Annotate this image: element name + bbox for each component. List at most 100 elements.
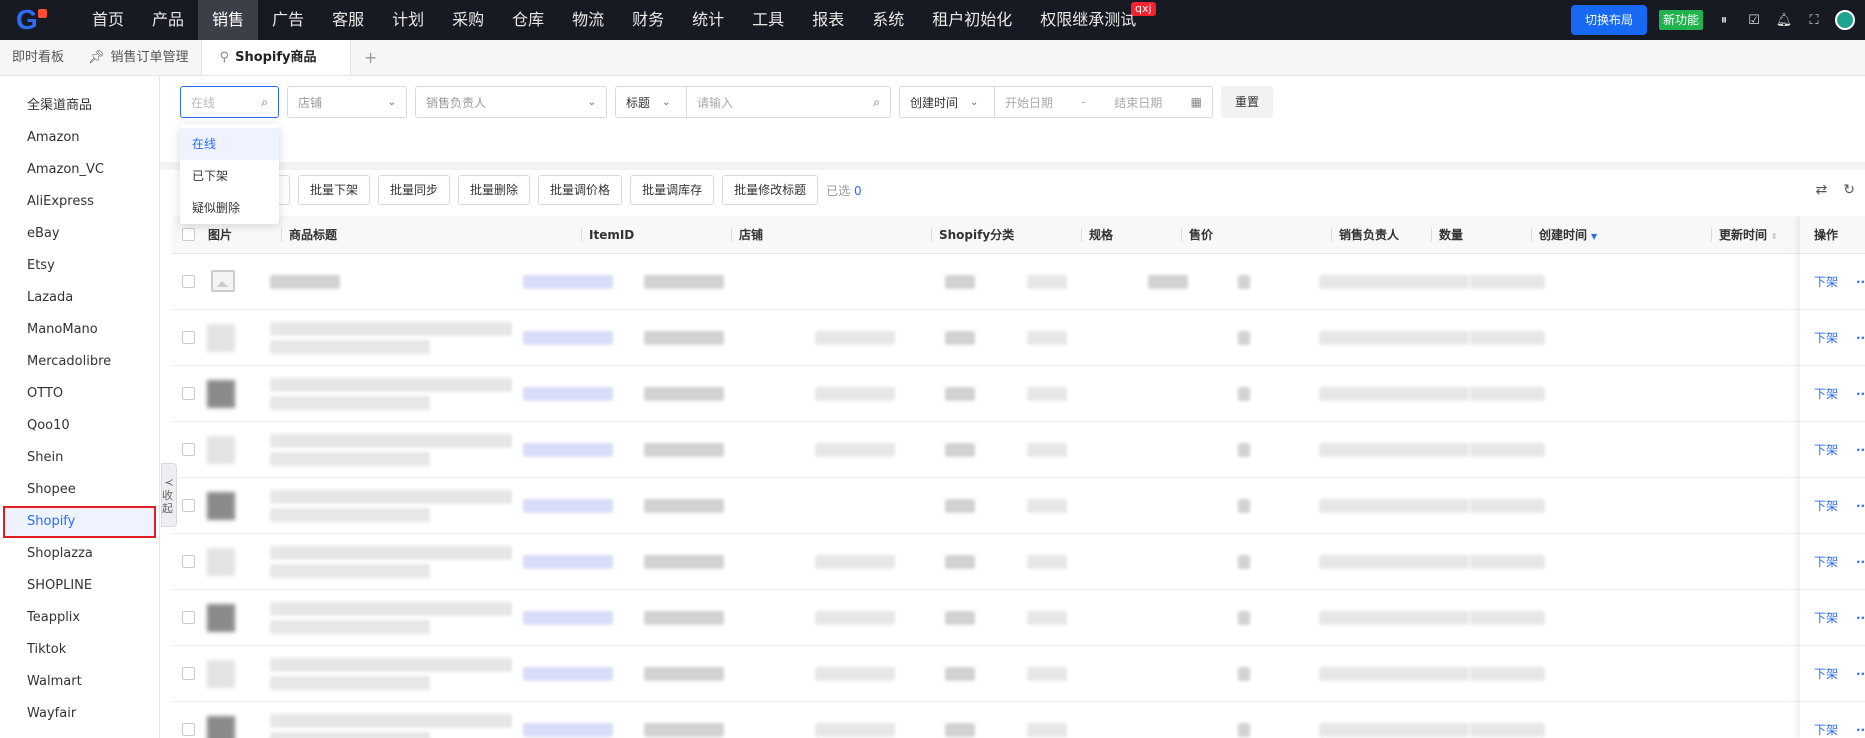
table-row[interactable] [172, 478, 1865, 534]
sidebar-item-wayfair[interactable]: Wayfair [0, 698, 159, 730]
redacted-itemid[interactable] [523, 555, 613, 569]
more-icon[interactable]: ··· [1856, 310, 1865, 366]
nav-item-finance[interactable]: 财务 [618, 0, 678, 40]
task-icon[interactable]: ☑ [1745, 11, 1763, 29]
col-created-time[interactable]: 创建时间 ▼ [1530, 216, 1597, 254]
table-row[interactable] [172, 646, 1865, 702]
table-row[interactable] [172, 534, 1865, 590]
sidebar-item-teapplix[interactable]: Teapplix [0, 602, 159, 634]
more-icon[interactable]: ··· [1856, 478, 1865, 534]
store-select[interactable]: 店铺 ⌄ [287, 86, 407, 118]
delist-link[interactable]: 下架 [1814, 723, 1838, 737]
batch-sync-button[interactable]: 批量同步 [378, 175, 451, 205]
nav-item-purchase[interactable]: 采购 [438, 0, 498, 40]
tab-dashboard[interactable]: 即时看板 [0, 40, 76, 75]
nav-item-ads[interactable]: 广告 [258, 0, 318, 40]
sidebar-item-ebay[interactable]: eBay [0, 218, 159, 250]
row-checkbox[interactable] [182, 611, 195, 624]
row-checkbox[interactable] [182, 387, 195, 400]
title-field-select[interactable]: 标题 ⌄ [615, 86, 687, 118]
col-updated-time[interactable]: 更新时间 ⇕ [1711, 216, 1778, 254]
redacted-itemid[interactable] [523, 667, 613, 681]
delist-link[interactable]: 下架 [1814, 667, 1838, 681]
nav-item-tools[interactable]: 工具 [738, 0, 798, 40]
nav-item-plan[interactable]: 计划 [378, 0, 438, 40]
more-icon[interactable]: ··· [1856, 702, 1865, 738]
table-row[interactable] [172, 702, 1865, 738]
more-icon[interactable]: ··· [1856, 366, 1865, 422]
redacted-itemid[interactable] [523, 611, 613, 625]
table-row[interactable] [172, 422, 1865, 478]
date-field-select[interactable]: 创建时间 ⌄ [899, 86, 995, 118]
sidebar-item-shoplazza[interactable]: Shoplazza [0, 538, 159, 570]
avatar[interactable] [1835, 10, 1855, 30]
batch-stock-button[interactable]: 批量调库存 [630, 175, 715, 205]
table-row[interactable] [172, 310, 1865, 366]
nav-item-reports[interactable]: 报表 [798, 0, 858, 40]
delist-link[interactable]: 下架 [1814, 275, 1838, 289]
row-checkbox[interactable] [182, 555, 195, 568]
app-logo[interactable]: G [0, 0, 78, 40]
redacted-itemid[interactable] [523, 443, 613, 457]
sidebar-item-shopline[interactable]: SHOPLINE [0, 570, 159, 602]
more-icon[interactable]: ··· [1856, 646, 1865, 702]
sidebar-item-etsy[interactable]: Etsy [0, 250, 159, 282]
sidebar-item-otto[interactable]: OTTO [0, 378, 159, 410]
refresh-icon[interactable]: ↻ [1843, 182, 1855, 198]
more-icon[interactable]: ··· [1856, 534, 1865, 590]
nav-item-logistics[interactable]: 物流 [558, 0, 618, 40]
nav-item-tenant-init[interactable]: 租户初始化 [918, 0, 1026, 40]
delist-link[interactable]: 下架 [1814, 499, 1838, 513]
reset-button[interactable]: 重置 [1221, 86, 1274, 118]
switch-layout-button[interactable]: 切换布局 [1570, 5, 1647, 35]
status-option-delisted[interactable]: 已下架 [180, 160, 279, 192]
row-checkbox[interactable] [182, 723, 195, 736]
redacted-itemid[interactable] [523, 499, 613, 513]
batch-delete-button[interactable]: 批量删除 [458, 175, 531, 205]
batch-delist-button[interactable]: 批量下架 [298, 175, 371, 205]
nav-item-sales[interactable]: 销售 [198, 0, 259, 40]
redacted-itemid[interactable] [523, 331, 613, 345]
select-all-checkbox[interactable] [182, 228, 195, 241]
redacted-itemid[interactable] [523, 723, 613, 737]
pause-icon[interactable]: ⏸ [1715, 11, 1733, 29]
table-row[interactable] [172, 254, 1865, 310]
table-row[interactable] [172, 366, 1865, 422]
status-option-online[interactable]: 在线 [180, 128, 279, 160]
nav-item-system[interactable]: 系统 [858, 0, 918, 40]
status-select[interactable]: 在线 ⌕ [180, 86, 279, 118]
row-checkbox[interactable] [182, 667, 195, 680]
delist-link[interactable]: 下架 [1814, 611, 1838, 625]
status-option-suspected-deleted[interactable]: 疑似删除 [180, 192, 279, 224]
bell-icon[interactable]: 🔔︎ [1775, 11, 1793, 29]
batch-title-button[interactable]: 批量修改标题 [722, 175, 819, 205]
sidebar-item-lazada[interactable]: Lazada [0, 282, 159, 314]
redacted-itemid[interactable] [523, 387, 613, 401]
title-search-input[interactable]: 请输入 ⌕ [687, 86, 891, 118]
more-icon[interactable]: ··· [1856, 422, 1865, 478]
delist-link[interactable]: 下架 [1814, 443, 1838, 457]
nav-item-home[interactable]: 首页 [78, 0, 138, 40]
date-range-input[interactable]: 开始日期 - 结束日期 ▦ [995, 86, 1213, 118]
tab-shopify-products[interactable]: ⚲ Shopify商品 [200, 40, 351, 75]
table-row[interactable] [172, 590, 1865, 646]
nav-item-product[interactable]: 产品 [138, 0, 198, 40]
add-tab-button[interactable]: + [351, 40, 391, 75]
sidebar-item-amazon[interactable]: Amazon [0, 122, 159, 154]
fullscreen-icon[interactable]: ⛶ [1805, 11, 1823, 29]
tab-sales-order[interactable]: 📌︎ 销售订单管理 [76, 40, 201, 75]
sidebar-item-mercadolibre[interactable]: Mercadolibre [0, 346, 159, 378]
sidebar-item-qoo10[interactable]: Qoo10 [0, 410, 159, 442]
batch-price-button[interactable]: 批量调价格 [538, 175, 623, 205]
sidebar-item-shopify[interactable]: Shopify [3, 506, 156, 538]
sales-owner-select[interactable]: 销售负责人 ⌄ [415, 86, 607, 118]
more-icon[interactable]: ··· [1856, 590, 1865, 646]
delist-link[interactable]: 下架 [1814, 555, 1838, 569]
more-icon[interactable]: ··· [1856, 254, 1865, 310]
row-checkbox[interactable] [182, 499, 195, 512]
nav-item-warehouse[interactable]: 仓库 [498, 0, 558, 40]
nav-item-stats[interactable]: 统计 [678, 0, 738, 40]
delist-link[interactable]: 下架 [1814, 331, 1838, 345]
sidebar-item-tiktok[interactable]: Tiktok [0, 634, 159, 666]
sidebar-item-shein[interactable]: Shein [0, 442, 159, 474]
